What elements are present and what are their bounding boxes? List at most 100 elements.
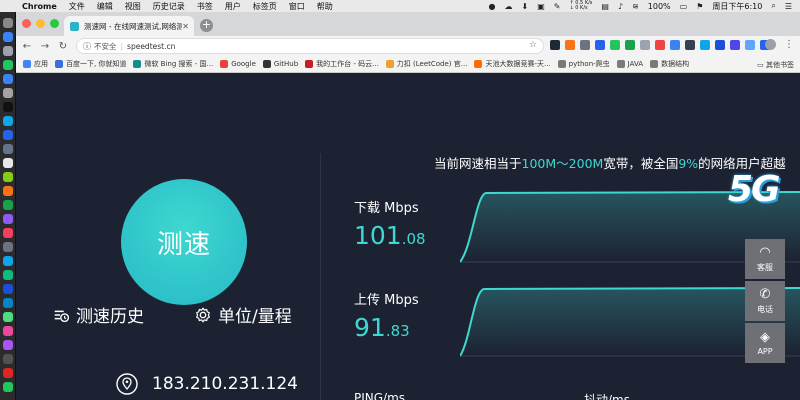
extension-icon[interactable] xyxy=(745,40,755,50)
menubar-item-help[interactable]: 帮助 xyxy=(317,1,333,12)
wifi-icon[interactable]: ≋ xyxy=(632,2,639,11)
dock-app-icon[interactable] xyxy=(3,228,13,238)
bookmark-item[interactable]: 力扣 (LeetCode) 官... xyxy=(385,59,467,69)
zoom-window-button[interactable] xyxy=(50,19,59,28)
bookmark-folder[interactable]: JAVA xyxy=(616,60,643,68)
units-link[interactable]: 单位/量程 xyxy=(194,302,292,327)
menubar-item-window[interactable]: 窗口 xyxy=(289,1,305,12)
dock-app-icon[interactable] xyxy=(3,130,13,140)
dock-app-icon[interactable] xyxy=(3,284,13,294)
dock-app-icon[interactable] xyxy=(3,340,13,350)
dock-app-icon[interactable] xyxy=(3,354,13,364)
status-icon[interactable]: ● xyxy=(489,2,496,11)
dock-app-icon[interactable] xyxy=(3,172,13,182)
extension-icon[interactable] xyxy=(655,40,665,50)
extension-icon[interactable] xyxy=(610,40,620,50)
extension-icon[interactable] xyxy=(700,40,710,50)
back-icon[interactable]: ← xyxy=(20,41,34,52)
search-icon[interactable]: ⌕ xyxy=(771,1,775,11)
address-url[interactable]: speedtest.cn xyxy=(127,42,175,51)
dock-app-icon[interactable] xyxy=(3,32,13,42)
extension-icon[interactable] xyxy=(670,40,680,50)
flag-icon[interactable]: ⚑ xyxy=(696,2,703,11)
bookmark-star-icon[interactable]: ☆ xyxy=(529,40,537,50)
menubar-item-bookmarks[interactable]: 书签 xyxy=(197,1,213,12)
phone-button[interactable]: ✆ 电话 xyxy=(745,281,785,321)
sound-icon[interactable]: ♪ xyxy=(618,2,623,11)
dock-app-icon[interactable] xyxy=(3,158,13,168)
dock-app-icon[interactable] xyxy=(3,368,13,378)
dock-app-icon[interactable] xyxy=(3,270,13,280)
other-bookmarks-folder[interactable]: ▭ 其他书签 xyxy=(757,60,794,70)
download-icon[interactable]: ⬇ xyxy=(522,2,529,11)
extension-icon[interactable] xyxy=(595,40,605,50)
bookmark-item[interactable]: 应用 xyxy=(23,59,48,69)
network-speed[interactable]: ↑ 0.5 K/s ↓ 0 K/s xyxy=(570,1,593,11)
bookmark-item[interactable]: 我的工作台 - 码云... xyxy=(305,59,379,69)
clock[interactable]: 周日下午6:10 xyxy=(712,1,762,12)
menubar-item-edit[interactable]: 编辑 xyxy=(97,1,113,12)
dock-app-icon[interactable] xyxy=(3,144,13,154)
dock-app-icon[interactable] xyxy=(3,214,13,224)
dock-app-icon[interactable] xyxy=(3,74,13,84)
dock-app-icon[interactable] xyxy=(3,18,13,28)
menu-list-icon[interactable]: ☰ xyxy=(785,2,792,11)
dock-app-icon[interactable] xyxy=(3,256,13,266)
menubar-item-user[interactable]: 用户 xyxy=(225,1,241,12)
dock-app-icon[interactable] xyxy=(3,116,13,126)
dock-app-icon[interactable] xyxy=(3,200,13,210)
bookmark-item[interactable]: 天池大数据竞赛-天... xyxy=(474,59,551,69)
extension-icon[interactable] xyxy=(640,40,650,50)
dock-app-icon[interactable] xyxy=(3,326,13,336)
more-menu-icon[interactable]: ⋮ xyxy=(784,39,794,50)
chat-icon[interactable]: ✎ xyxy=(554,2,561,11)
bookmark-folder[interactable]: 数据结构 xyxy=(650,59,689,69)
bookmark-item[interactable]: GitHub xyxy=(262,60,298,68)
history-link[interactable]: 测速历史 xyxy=(52,302,144,327)
extension-icon[interactable] xyxy=(565,40,575,50)
phone-label: 电话 xyxy=(757,304,773,314)
minimize-window-button[interactable] xyxy=(36,19,45,28)
dock-app-icon[interactable] xyxy=(3,186,13,196)
menubar-item-tabs[interactable]: 标签页 xyxy=(253,1,277,12)
bookmark-item[interactable]: 微软 Bing 搜索 - 国... xyxy=(133,59,213,69)
extension-icon[interactable] xyxy=(625,40,635,50)
extension-icon[interactable] xyxy=(685,40,695,50)
dock-app-icon[interactable] xyxy=(3,242,13,252)
bookmark-item[interactable]: Google xyxy=(220,60,256,68)
dock-app-icon[interactable] xyxy=(3,46,13,56)
forward-icon[interactable]: → xyxy=(38,41,52,52)
extension-icon[interactable] xyxy=(550,40,560,50)
dock-app-icon[interactable] xyxy=(3,382,13,392)
dock-app-icon[interactable] xyxy=(3,298,13,308)
close-tab-icon[interactable]: ✕ xyxy=(182,22,189,31)
battery-percent[interactable]: 100% xyxy=(648,2,671,11)
extension-icon[interactable] xyxy=(730,40,740,50)
display-icon[interactable]: ▣ xyxy=(537,2,545,11)
menubar-item-history[interactable]: 历史记录 xyxy=(153,1,185,12)
browser-tab-active[interactable]: 测速网 - 在线网速测试,网络测速 ✕ xyxy=(64,16,194,36)
new-tab-button[interactable]: + xyxy=(200,19,213,32)
battery-icon[interactable]: ▭ xyxy=(680,2,688,11)
reload-icon[interactable]: ↻ xyxy=(56,41,70,52)
profile-avatar[interactable] xyxy=(765,39,776,50)
dock-app-icon[interactable] xyxy=(3,60,13,70)
customer-service-button[interactable]: ◠ 客服 xyxy=(745,239,785,279)
menubar-item-file[interactable]: 文件 xyxy=(69,1,85,12)
start-test-button[interactable]: 测速 xyxy=(121,179,247,305)
extension-icon[interactable] xyxy=(580,40,590,50)
dock-app-icon[interactable] xyxy=(3,102,13,112)
menubar-item-view[interactable]: 视图 xyxy=(125,1,141,12)
cloud-icon[interactable]: ☁ xyxy=(505,2,513,11)
app-download-button[interactable]: ◈ APP xyxy=(745,323,785,363)
dock-app-icon[interactable] xyxy=(3,312,13,322)
info-icon[interactable]: ⓘ xyxy=(83,41,91,52)
bookmark-folder[interactable]: python-爬虫 xyxy=(557,59,610,69)
close-window-button[interactable] xyxy=(22,19,31,28)
dock-app-icon[interactable] xyxy=(3,88,13,98)
clipboard-icon[interactable]: ▤ xyxy=(601,2,609,11)
address-bar[interactable]: ⓘ 不安全 | speedtest.cn ☆ xyxy=(76,38,544,54)
extension-icon[interactable] xyxy=(715,40,725,50)
menubar-app-name[interactable]: Chrome xyxy=(22,2,57,11)
bookmark-item[interactable]: 百度一下, 你就知道 xyxy=(55,59,126,69)
